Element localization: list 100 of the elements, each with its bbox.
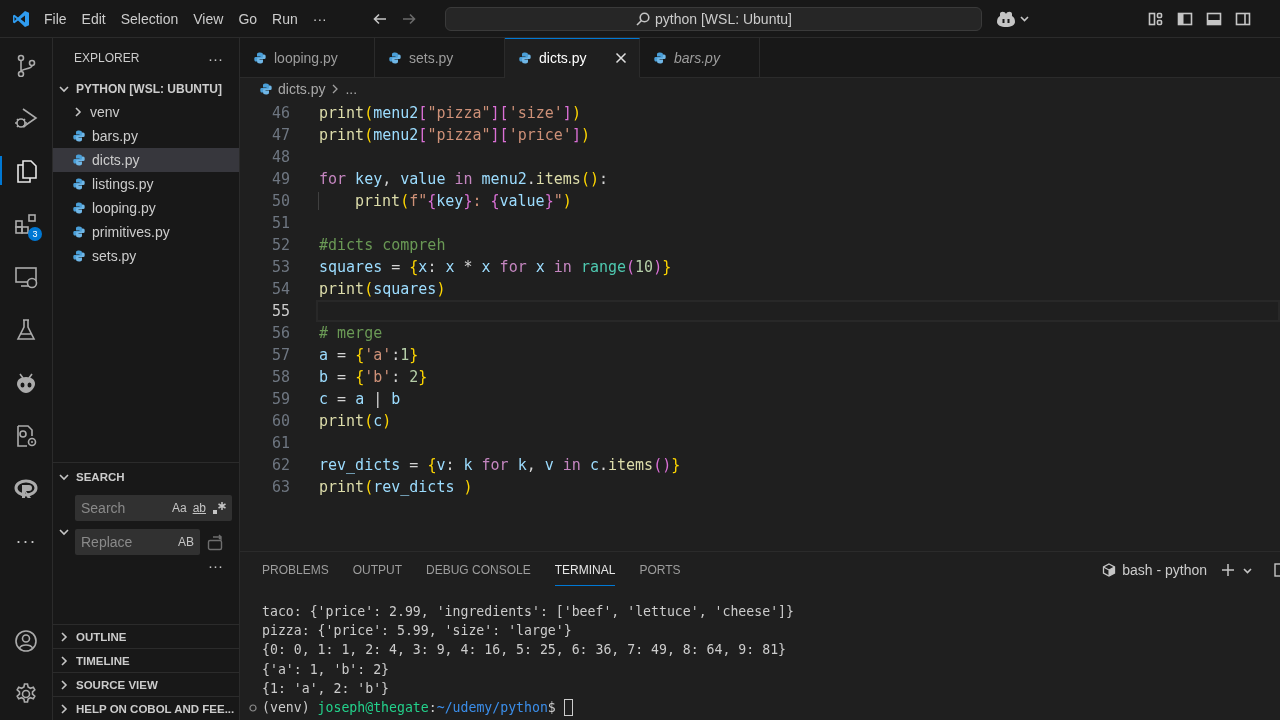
terminal-prompt: (venv) joseph@thegate:~/udemy/python$: [262, 699, 557, 717]
menu-item[interactable]: Edit: [75, 7, 112, 30]
code-line: #dicts compreh: [319, 236, 446, 254]
sidebar-toggle-icon[interactable]: [1177, 10, 1193, 27]
search-icon: [635, 10, 651, 27]
line-number: 50: [270, 192, 290, 210]
panel-tab[interactable]: PROBLEMS: [262, 554, 329, 586]
caret-icon[interactable]: [1020, 14, 1029, 23]
secondary-sidebar-icon[interactable]: [1235, 10, 1251, 27]
terminal-line: {0: 0, 1: 1, 2: 4, 3: 9, 4: 16, 5: 25, 6: 36, 7: 49, 8: 64, 9: 81}: [262, 641, 787, 660]
toggle-button[interactable]: ab: [192, 501, 206, 515]
regex-icon[interactable]: [212, 501, 226, 515]
line-number: 58: [270, 368, 290, 386]
menu-item[interactable]: ···: [306, 7, 333, 30]
settings-icon[interactable]: [14, 681, 38, 706]
menu-item[interactable]: View: [187, 7, 230, 30]
line-number: 46: [270, 104, 290, 122]
line-number: 47: [270, 126, 290, 144]
account-icon[interactable]: [14, 628, 38, 653]
menu-item[interactable]: File: [38, 7, 73, 30]
editor-tab[interactable]: looping.py: [240, 38, 375, 78]
line-number: 53: [270, 258, 290, 276]
file-icon: [73, 178, 85, 190]
editor-tab[interactable]: dicts.py: [505, 38, 640, 78]
line-number: 57: [270, 346, 290, 364]
terminal-selector[interactable]: bash - python: [1102, 562, 1207, 578]
line-number: 63: [270, 478, 290, 496]
folder-entry[interactable]: venv: [53, 100, 239, 124]
file-icon: [254, 51, 266, 64]
code-line: print(menu2["pizza"]['price']): [319, 126, 590, 144]
breadcrumb-item[interactable]: ...: [345, 81, 358, 97]
section-header[interactable]: TIMELINE: [53, 648, 239, 672]
chevron-right-icon: [331, 84, 340, 94]
toggle-button[interactable]: AB: [178, 535, 194, 549]
file-icon: [73, 202, 85, 214]
line-number: 59: [270, 390, 290, 408]
line-number: 52: [270, 236, 290, 254]
robot-icon[interactable]: [996, 9, 1016, 28]
line-number: 60: [270, 412, 290, 430]
line-number: 51: [270, 214, 290, 232]
file-icon: [73, 130, 85, 142]
command-center[interactable]: python [WSL: Ubuntu]: [445, 6, 982, 31]
folder-header[interactable]: PYTHON [WSL: UBUNTU]: [53, 78, 239, 100]
run-debug-icon[interactable]: [14, 105, 38, 130]
panel-tab[interactable]: TERMINAL: [554, 554, 616, 586]
explorer-entry[interactable]: listings.py: [53, 172, 239, 196]
editor-tab[interactable]: bars.py: [640, 38, 760, 78]
explorer-entry[interactable]: looping.py: [53, 196, 239, 220]
file-icon: [73, 154, 85, 166]
code-line: # merge: [319, 324, 383, 342]
menu-item[interactable]: Selection: [114, 7, 185, 30]
more-icon[interactable]: ···: [208, 557, 223, 574]
file-icon: [260, 83, 272, 95]
explorer-entry[interactable]: primitives.py: [53, 220, 239, 244]
search-field[interactable]: Search Aa ab: [75, 495, 232, 521]
terminal-line: pizza: {'price': 5.99, 'size': 'large'}: [262, 622, 573, 641]
line-number: 48: [270, 148, 290, 166]
code-line: print(menu2["pizza"]['size']): [319, 104, 581, 122]
toggle-button[interactable]: Aa: [171, 501, 187, 515]
section-header[interactable]: OUTLINE: [53, 624, 239, 648]
breadcrumb-item[interactable]: dicts.py: [260, 81, 326, 97]
file-icon: [73, 226, 85, 238]
panel-toggle-icon[interactable]: [1206, 10, 1222, 27]
terminal-line: {1: 'a', 2: 'b'}: [262, 679, 391, 698]
panel-tab[interactable]: DEBUG CONSOLE: [426, 554, 531, 586]
more-icon[interactable]: ···: [15, 531, 37, 552]
active-indicator: [0, 156, 2, 185]
section-header[interactable]: SEARCH: [53, 463, 239, 490]
panel-tab[interactable]: PORTS: [639, 554, 681, 586]
code-line: rev_dicts = {v: k for k, v in c.items()}: [319, 456, 681, 474]
line-number: 49: [270, 170, 290, 188]
menu-item[interactable]: Go: [232, 7, 264, 30]
file-icon: [519, 52, 531, 64]
layout-icon[interactable]: [1148, 10, 1164, 27]
document-gear-icon[interactable]: [14, 423, 38, 448]
explorer-icon[interactable]: [14, 158, 38, 183]
replace-all-icon[interactable]: [207, 533, 225, 551]
line-number: 62: [270, 456, 290, 474]
code-line: print(c): [319, 412, 392, 430]
file-icon: [654, 51, 666, 64]
chevron-down-icon[interactable]: [59, 527, 69, 537]
monitor-icon[interactable]: [14, 264, 38, 289]
plus-icon[interactable]: [1221, 563, 1235, 577]
more-icon[interactable]: ···: [208, 49, 223, 67]
code-line: b = {'b': 2}: [319, 368, 428, 386]
explorer-entry[interactable]: sets.py: [53, 244, 239, 268]
explorer-entry[interactable]: bars.py: [53, 124, 239, 148]
section-header[interactable]: HELP ON COBOL AND FEE...: [53, 696, 239, 720]
close-icon[interactable]: [615, 52, 627, 64]
panel-tab[interactable]: OUTPUT: [352, 554, 403, 586]
explorer-entry[interactable]: dicts.py: [53, 148, 239, 172]
terminal-line: {'a': 1, 'b': 2}: [262, 660, 391, 679]
menu-item[interactable]: Run: [266, 7, 304, 30]
flask-icon[interactable]: [14, 317, 38, 342]
code-line: squares = {x: x * x for x in range(10)}: [319, 258, 672, 276]
replace-field[interactable]: Replace AB: [75, 529, 200, 555]
section-header[interactable]: SOURCE VIEW: [53, 672, 239, 696]
caret-icon[interactable]: [1243, 565, 1252, 575]
file-icon: [73, 250, 85, 262]
extensions-icon[interactable]: [14, 211, 38, 236]
